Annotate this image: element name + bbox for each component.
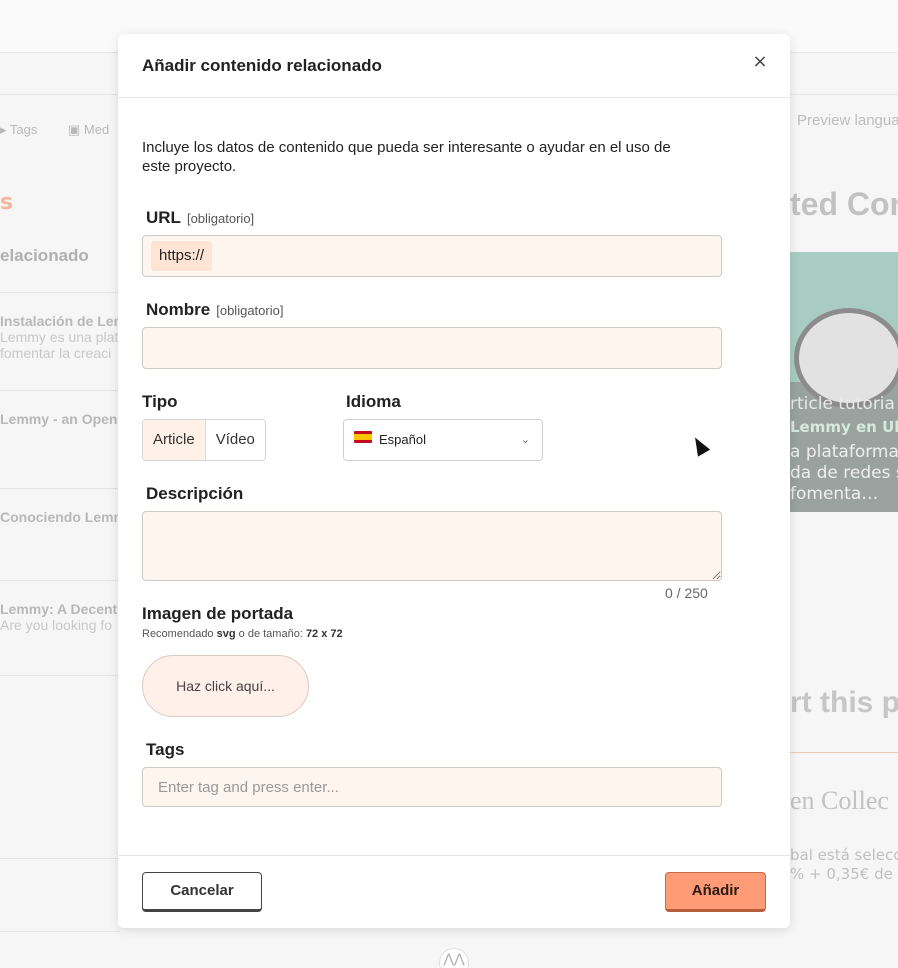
modal-header: Añadir contenido relacionado × xyxy=(118,34,790,98)
description-textarea[interactable] xyxy=(142,511,722,581)
bg-nav-tags: ▸ Tags xyxy=(0,122,38,137)
bg-list-item: Lemmy - an Open xyxy=(0,390,120,486)
language-select[interactable]: Español ⌄ xyxy=(343,419,543,461)
tags-placeholder: Enter tag and press enter... xyxy=(158,779,339,796)
name-field[interactable] xyxy=(142,327,722,369)
bg-list-item: Instalación de Lem Lemmy es una plat fom… xyxy=(0,292,120,388)
description-counter: 0 / 250 xyxy=(665,585,708,601)
modal-footer: Cancelar Añadir xyxy=(118,855,790,928)
name-input[interactable] xyxy=(143,328,721,368)
description-label: Descripción xyxy=(146,484,244,503)
tags-label: Tags xyxy=(146,740,185,759)
type-label: Tipo xyxy=(142,392,178,411)
url-field[interactable]: https:// xyxy=(142,235,722,277)
tags-input[interactable]: Enter tag and press enter... xyxy=(142,767,722,807)
add-related-content-modal: Añadir contenido relacionado × Incluye l… xyxy=(118,34,790,928)
url-label: URL [obligatorio] xyxy=(146,208,255,227)
language-label: Idioma xyxy=(346,392,401,411)
bg-collective-title: en Collec xyxy=(790,786,889,815)
modal-title: Añadir contenido relacionado xyxy=(142,56,382,75)
type-option-video[interactable]: Vídeo xyxy=(205,420,265,460)
bg-related-card: rticle tutoria Lemmy en Ubu a plataforma… xyxy=(790,252,898,512)
cover-image-upload-button[interactable]: Haz click aquí... xyxy=(142,655,309,717)
chevron-down-icon: ⌄ xyxy=(520,433,530,446)
bg-nav-media: ▣ Med xyxy=(68,122,110,137)
bg-divider xyxy=(0,858,120,932)
bg-related-title: ted Con xyxy=(790,186,898,222)
language-value: Español xyxy=(379,432,426,447)
bg-preview-language: Preview langua xyxy=(797,112,898,129)
type-option-article[interactable]: Article xyxy=(143,420,206,460)
url-input[interactable] xyxy=(225,236,721,276)
type-toggle-group: Article Vídeo xyxy=(142,419,266,461)
cover-image-label: Imagen de portada xyxy=(142,604,294,623)
modal-intro: Incluye los datos de contenido que pueda… xyxy=(142,139,671,175)
bg-section-title: s xyxy=(0,190,14,215)
bg-section-heading: elacionado xyxy=(0,246,89,265)
bg-selection-text: bal está selecci% + 0,35€ de t xyxy=(790,846,898,883)
bg-list-item: Lemmy: A Decent Are you looking fo xyxy=(0,580,120,676)
spain-flag-icon xyxy=(354,431,372,443)
logo-icon: ⋀⋀ xyxy=(439,948,469,968)
cover-image-hint: Recomendado svg o de tamaño: 72 x 72 xyxy=(142,628,343,640)
bg-list-item: Conociendo Lemm xyxy=(0,488,120,584)
url-prefix: https:// xyxy=(151,241,213,271)
close-icon[interactable]: × xyxy=(750,52,770,72)
add-button[interactable]: Añadir xyxy=(665,872,766,912)
cancel-button[interactable]: Cancelar xyxy=(142,872,262,912)
bg-support-title: rt this p xyxy=(790,686,898,719)
name-label: Nombre [obligatorio] xyxy=(146,300,284,319)
bg-divider xyxy=(790,752,898,753)
lemmy-mascot-icon xyxy=(794,308,898,408)
